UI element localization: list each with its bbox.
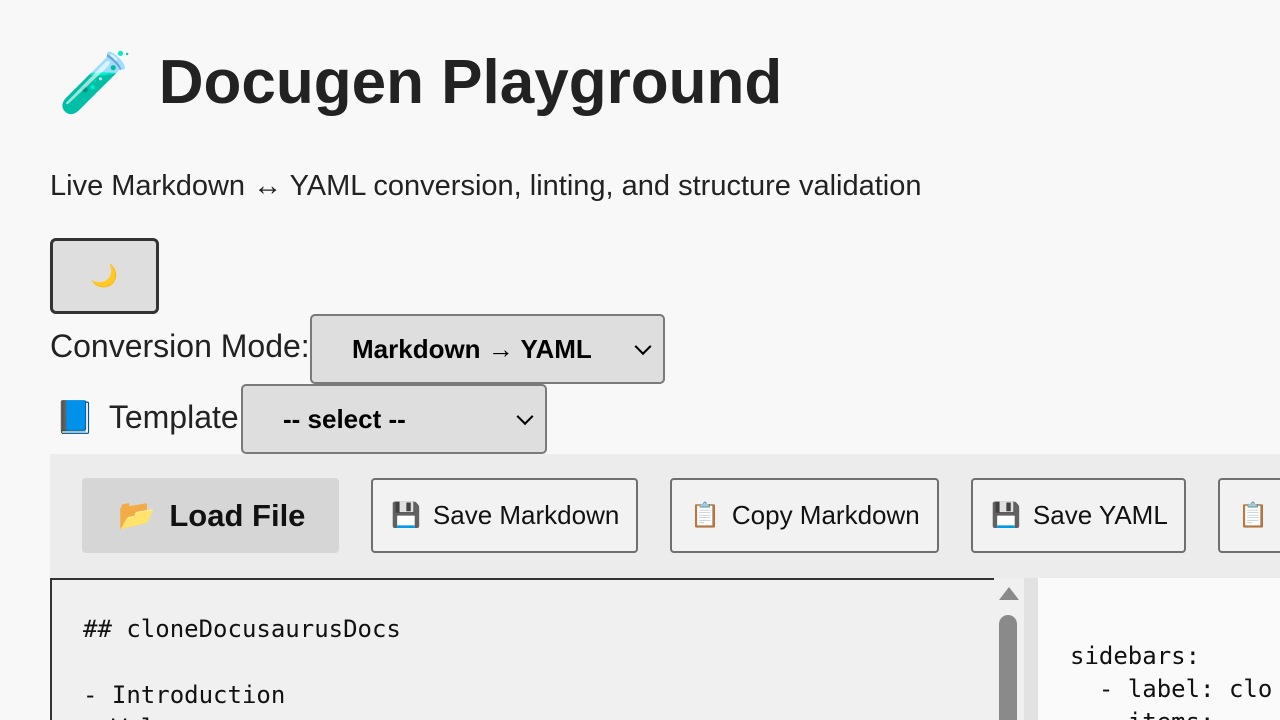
toolbar: 📂 Load File 💾 Save Markdown 📋 Copy Markd… [50,454,1280,578]
copy-markdown-button[interactable]: 📋 Copy Markdown [670,478,939,553]
folder-icon: 📂 [118,499,156,532]
book-icon: 📘 [55,399,95,435]
editor-scrollbar[interactable] [994,578,1024,720]
template-label-text: Template: [108,398,248,435]
template-value: -- select -- [283,403,406,434]
markdown-editor[interactable]: ## cloneDocusaurusDocs - Introduction - … [50,578,994,720]
conversion-mode-select[interactable]: Markdown → YAML [310,314,665,384]
save-yaml-label: Save YAML [1032,500,1168,530]
floppy-disk-icon: 💾 [991,502,1021,529]
docugen-playground-page: 🧪 Docugen Playground Live Markdown ↔ YAM… [0,0,1280,720]
conversion-mode-label: Conversion Mode: [50,328,310,365]
scrollbar-thumb[interactable] [999,615,1017,720]
yaml-output[interactable]: sidebars: - label: clo items: [1038,578,1280,720]
save-markdown-button[interactable]: 💾 Save Markdown [371,478,638,553]
template-label: 📘 Template: [55,398,248,436]
floppy-disk-icon: 💾 [391,502,421,529]
clipboard-icon: 📋 [1238,502,1268,529]
chevron-down-icon [516,408,534,426]
chevron-down-icon [634,338,652,356]
save-markdown-label: Save Markdown [432,500,620,530]
load-file-button[interactable]: 📂 Load File [82,478,339,553]
test-tube-icon: 🧪 [58,49,133,116]
page-subtitle: Live Markdown ↔ YAML conversion, linting… [50,170,922,202]
theme-toggle-button[interactable]: 🌙 [50,238,159,314]
conversion-mode-label-text: Conversion Mode: [50,328,310,364]
clipboard-icon: 📋 [690,502,720,529]
pane-divider[interactable] [1024,578,1038,720]
load-file-label: Load File [169,497,306,533]
copy-yaml-button[interactable]: 📋 C [1218,478,1280,553]
page-title: 🧪 Docugen Playground [58,52,782,114]
template-select[interactable]: -- select -- [241,384,547,454]
page-title-text: Docugen Playground [158,48,783,117]
conversion-mode-value: Markdown → YAML [352,333,592,364]
moon-icon: 🌙 [90,263,119,288]
save-yaml-button[interactable]: 💾 Save YAML [971,478,1186,553]
scroll-up-arrow-icon[interactable] [999,587,1019,600]
copy-markdown-label: Copy Markdown [731,500,920,530]
